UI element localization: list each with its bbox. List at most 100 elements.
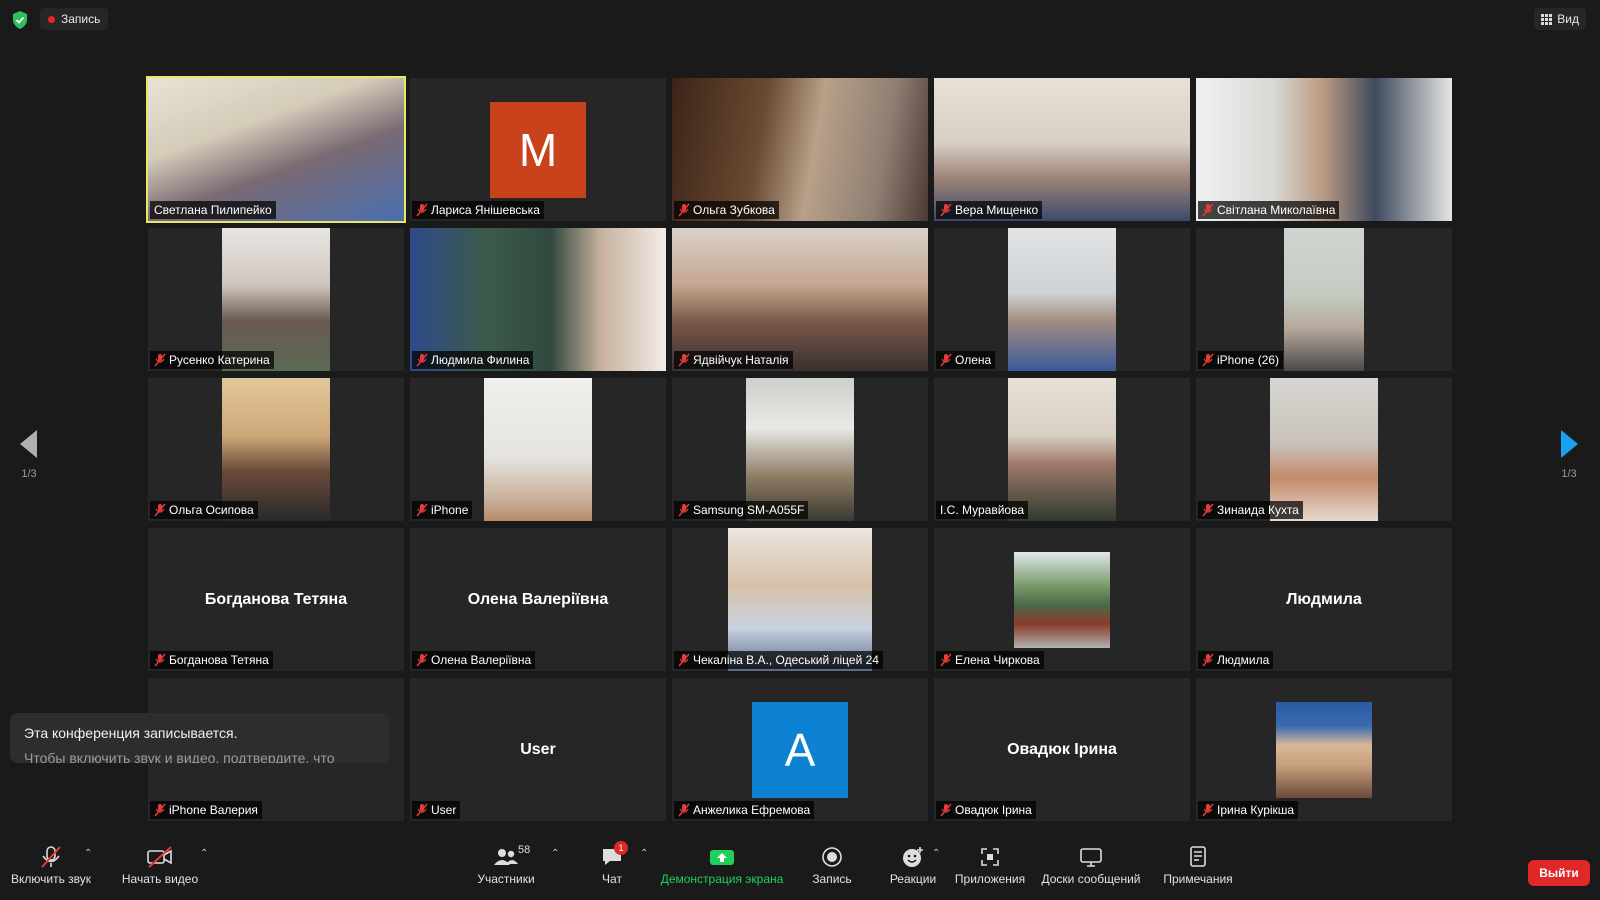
participant-video [484,378,592,521]
mic-off-icon [154,803,166,817]
mic-off-icon [678,203,690,217]
mic-off-icon [154,353,166,367]
participant-tile[interactable]: Людмила Людмила [1196,528,1452,671]
video-options-chevron-icon[interactable]: ⌃ [200,848,208,859]
participant-tile[interactable]: Ольга Осипова [148,378,404,521]
participant-tile[interactable]: User User [410,678,666,821]
participant-name: Светлана Пилипейко [154,203,272,217]
share-screen-label: Демонстрация экрана [660,872,784,886]
profile-picture [1014,552,1110,648]
whiteboards-button[interactable]: Доски сообщений [1038,842,1144,900]
participant-name-label: І.С. Муравйова [936,501,1029,519]
recording-notification[interactable]: Эта конференция записывается. Чтобы вклю… [10,713,390,763]
mic-off-icon [678,353,690,367]
participant-name: Анжелика Ефремова [693,803,811,817]
participant-tile[interactable]: Світлана Миколаївна [1196,78,1452,221]
mic-off-icon [154,503,166,517]
participant-tile[interactable]: І.С. Муравйова [934,378,1190,521]
participant-tile[interactable]: Светлана Пилипейко [146,76,406,223]
start-video-button[interactable]: Начать видео [118,842,202,900]
participant-tile[interactable]: Ольга Зубкова [672,78,928,221]
participant-display-name: Людмила [1286,590,1362,608]
participants-options-chevron-icon[interactable]: ⌃ [551,848,559,859]
participant-name-label: Светлана Пилипейко [150,201,276,219]
participant-name: Олена [955,353,992,367]
participant-tile[interactable]: Овадюк Ірина Овадюк Ірина [934,678,1190,821]
shield-check-icon[interactable] [12,11,28,29]
participant-tile[interactable]: Ірина Курікша [1196,678,1452,821]
participant-tile[interactable]: iPhone (26) [1196,228,1452,371]
participant-video [1284,228,1364,371]
participant-tile[interactable]: Олена [934,228,1190,371]
mic-off-icon [416,353,428,367]
participant-name: Людмила Филина [431,353,530,367]
participant-name-label: Ірина Курікша [1198,801,1299,819]
participant-tile[interactable]: Людмила Филина [410,228,666,371]
participant-name: Людмила [1217,653,1270,667]
audio-options-chevron-icon[interactable]: ⌃ [84,848,92,859]
participant-name-label: Олена [936,351,996,369]
microphone-muted-icon [41,846,61,868]
participant-display-name: Олена Валеріївна [467,590,609,608]
participant-name-label: Ядвійчук Наталія [674,351,793,369]
view-button[interactable]: Вид [1534,8,1586,30]
participants-icon [494,849,518,865]
participant-tile[interactable]: Вера Мищенко [934,78,1190,221]
participant-video [1270,378,1378,521]
notification-body: Чтобы включить звук и видео, подтвердите… [24,750,335,763]
recording-indicator[interactable]: Запись [40,8,109,30]
apps-button[interactable]: Приложения [952,842,1028,900]
participant-name: Русенко Катерина [169,353,270,367]
participant-video [1008,228,1116,371]
apps-icon [981,848,999,866]
participant-name-label: Людмила [1198,651,1274,669]
participant-tile[interactable]: Samsung SM-A055F [672,378,928,521]
avatar: M [490,102,586,198]
participant-tile[interactable]: Богданова Тетяна Богданова Тетяна [148,528,404,671]
grid-view-icon [1541,13,1553,25]
previous-page[interactable]: 1/3 [9,430,49,480]
notes-button[interactable]: Примечания [1160,842,1236,900]
participant-name: User [431,803,457,817]
participant-name-label: Зинаида Кухта [1198,501,1303,519]
participants-button[interactable]: Участники 58 [470,842,542,900]
participant-video [934,78,1190,221]
participant-name-label: Овадюк Ірина [936,801,1036,819]
participant-name: Богданова Тетяна [169,653,269,667]
share-screen-button[interactable]: Демонстрация экрана [660,842,784,900]
mic-off-icon [940,653,952,667]
participant-tile[interactable]: Олена Валеріївна Олена Валеріївна [410,528,666,671]
view-label: Вид [1557,12,1579,26]
reactions-label: Реакции [889,872,937,886]
participant-name-label: Samsung SM-A055F [674,501,809,519]
chat-button[interactable]: Чат 1 [592,841,632,900]
participant-tile[interactable]: A Анжелика Ефремова [672,678,928,821]
participant-tile[interactable]: iPhone [410,378,666,521]
notes-label: Примечания [1163,872,1233,886]
participant-name: Чекаліна В.А., Одеський ліцей 24 [693,653,879,667]
previous-page-arrow-icon[interactable] [20,430,38,458]
next-page-arrow-icon[interactable] [1560,430,1578,458]
reactions-options-chevron-icon[interactable]: ⌃ [932,848,940,859]
participant-name: І.С. Муравйова [940,503,1025,517]
record-label: Запись [812,872,852,886]
next-page[interactable]: 1/3 [1549,430,1589,480]
unmute-button[interactable]: Включить звук [6,842,96,900]
participant-tile[interactable]: Чекаліна В.А., Одеський ліцей 24 [672,528,928,671]
participant-tile[interactable]: M Лариса Янішевська [410,78,666,221]
chat-options-chevron-icon[interactable]: ⌃ [640,848,648,859]
participant-video [148,78,404,221]
participant-tile[interactable]: Елена Чиркова [934,528,1190,671]
meeting-toolbar: Включить звук ⌃ Начать видео ⌃ Участники… [0,841,1600,900]
notes-icon [1190,846,1206,867]
participant-tile[interactable]: Ядвійчук Наталія [672,228,928,371]
leave-meeting-button[interactable]: Выйти [1528,860,1590,886]
record-button[interactable]: Запись [806,842,858,900]
participant-name: Ірина Курікша [1217,803,1295,817]
participant-tile[interactable]: Зинаида Кухта [1196,378,1452,521]
participant-tile[interactable]: Русенко Катерина [148,228,404,371]
page-indicator-left: 1/3 [21,468,37,480]
participants-count: 58 [518,844,531,856]
mic-off-icon [1202,653,1214,667]
chat-label: Чат [602,872,622,886]
